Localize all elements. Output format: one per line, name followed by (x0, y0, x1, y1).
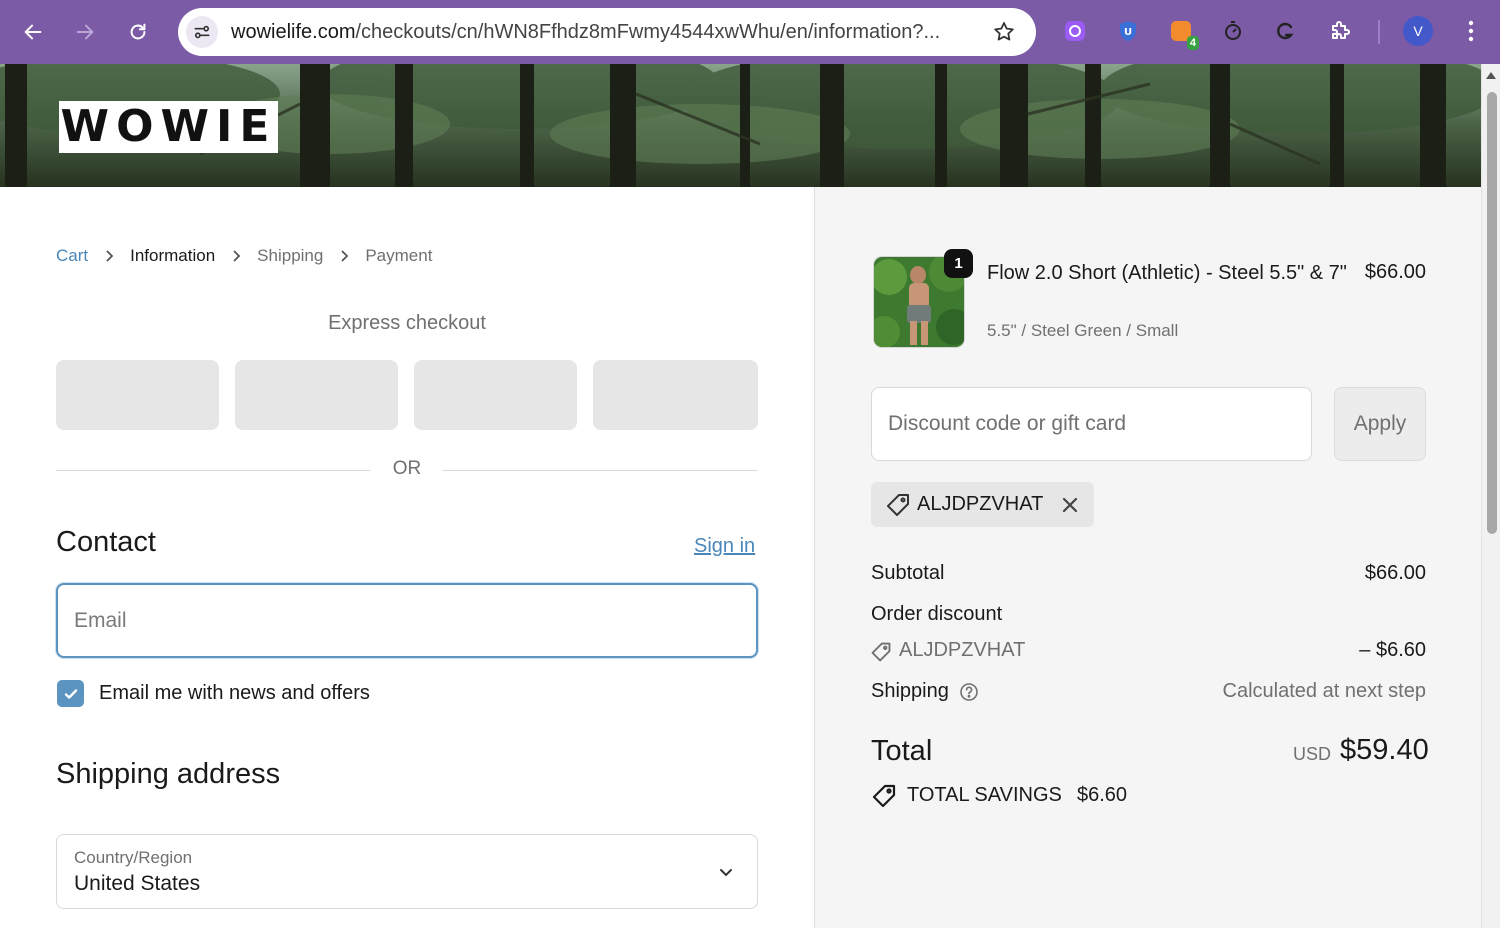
toolbar-divider (1378, 20, 1380, 44)
profile-avatar[interactable]: V (1403, 16, 1433, 46)
total-savings-label: TOTAL SAVINGS (907, 784, 1062, 806)
chevron-right-icon (334, 249, 354, 263)
express-checkout-title: Express checkout (328, 312, 486, 334)
chevron-down-icon (717, 863, 735, 881)
tag-icon (885, 492, 911, 518)
express-checkout-buttons (56, 360, 758, 430)
url-path: /checkouts/cn/hWN8Ffhdz8mFwmy4544xwWhu/e… (355, 21, 941, 43)
url-text: wowielife.com/checkouts/cn/hWN8Ffhdz8mFw… (231, 21, 971, 44)
total-label: Total (871, 735, 933, 767)
reload-button[interactable] (120, 14, 156, 50)
breadcrumb-information: Information (130, 246, 216, 265)
extension-grammarly-icon[interactable] (1270, 16, 1300, 46)
contact-heading: Contact (56, 526, 156, 558)
remove-discount-close-icon[interactable] (1059, 494, 1081, 516)
shipping-label: Shipping (871, 680, 949, 702)
bookmark-star-icon[interactable] (992, 20, 1016, 44)
or-divider: OR (56, 458, 758, 482)
extension-orange-icon[interactable]: 4 (1166, 16, 1199, 50)
country-region-label: Country/Region (74, 848, 193, 867)
forest-banner-image: WOWIE (0, 64, 1481, 187)
breadcrumb-cart[interactable]: Cart (56, 246, 88, 266)
svg-text:U: U (1124, 27, 1132, 38)
back-arrow-icon (24, 24, 42, 40)
breadcrumb-payment: Payment (365, 246, 433, 265)
subtotal-label: Subtotal (871, 562, 945, 584)
extension-shield-icon[interactable]: U (1113, 16, 1143, 46)
express-pay-button-4[interactable] (593, 360, 758, 430)
chevron-right-icon (99, 249, 119, 263)
or-text: OR (392, 458, 422, 479)
total-savings-value: $6.60 (1077, 784, 1128, 806)
extension-purple-icon[interactable] (1060, 16, 1090, 46)
total-value: $59.40 (1340, 734, 1429, 766)
country-region-select[interactable]: Country/Region United States (56, 834, 758, 909)
forward-button[interactable] (67, 14, 103, 50)
product-name: Flow 2.0 Short (Athletic) - Steel 5.5" &… (987, 262, 1347, 284)
product-price: $66.00 (1364, 261, 1426, 283)
tag-icon (870, 641, 892, 663)
breadcrumb: Cart Information Shipping Payment (56, 246, 432, 266)
brand-logo[interactable]: WOWIE (59, 101, 278, 153)
express-pay-button-3[interactable] (414, 360, 577, 430)
quantity-badge: 1 (944, 249, 973, 278)
sign-in-link[interactable]: Sign in (694, 535, 755, 558)
scroll-up-arrow-icon[interactable] (1486, 72, 1496, 79)
news-offers-label[interactable]: Email me with news and offers (99, 682, 370, 705)
help-question-icon[interactable] (959, 682, 979, 702)
discount-code-input[interactable] (871, 387, 1312, 461)
checkmark-icon (64, 688, 77, 699)
back-button[interactable] (15, 14, 51, 50)
site-settings-icon[interactable] (186, 16, 218, 48)
country-region-value: United States (74, 872, 201, 895)
logo-text: WOWIE (60, 101, 277, 152)
order-discount-label: Order discount (871, 603, 1003, 625)
scroll-thumb[interactable] (1487, 92, 1497, 534)
chevron-right-icon (226, 249, 246, 263)
extension-badge: 4 (1186, 36, 1199, 50)
product-variant: 5.5" / Steel Green / Small (987, 321, 1179, 340)
address-bar[interactable]: wowielife.com/checkouts/cn/hWN8Ffhdz8mFw… (178, 8, 1036, 56)
apply-discount-button[interactable]: Apply (1334, 387, 1426, 461)
applied-discount-code: ALJDPZVHAT (917, 493, 1044, 515)
browser-menu-icon[interactable] (1458, 16, 1484, 46)
url-host: wowielife.com (231, 21, 356, 43)
extension-timer-icon[interactable] (1218, 16, 1248, 46)
news-offers-checkbox[interactable] (57, 680, 84, 707)
order-discount-value: – $6.60 (1359, 639, 1426, 661)
savings-tag-icon (871, 783, 897, 809)
forward-arrow-icon (76, 24, 94, 40)
express-pay-button-2[interactable] (235, 360, 398, 430)
extensions-puzzle-icon[interactable] (1325, 16, 1355, 46)
total-currency: USD (1293, 744, 1332, 764)
shipping-value: Calculated at next step (1222, 680, 1426, 702)
subtotal-value: $66.00 (1364, 562, 1426, 584)
browser-toolbar: wowielife.com/checkouts/cn/hWN8Ffhdz8mFw… (0, 0, 1500, 64)
order-discount-code: ALJDPZVHAT (899, 639, 1026, 661)
express-pay-button-1[interactable] (56, 360, 219, 430)
shipping-address-heading: Shipping address (56, 758, 281, 790)
breadcrumb-shipping: Shipping (257, 246, 324, 265)
page-scrollbar[interactable] (1481, 64, 1500, 928)
email-input[interactable] (56, 583, 758, 658)
applied-discount-chip: ALJDPZVHAT (871, 482, 1094, 527)
reload-icon (130, 23, 146, 40)
